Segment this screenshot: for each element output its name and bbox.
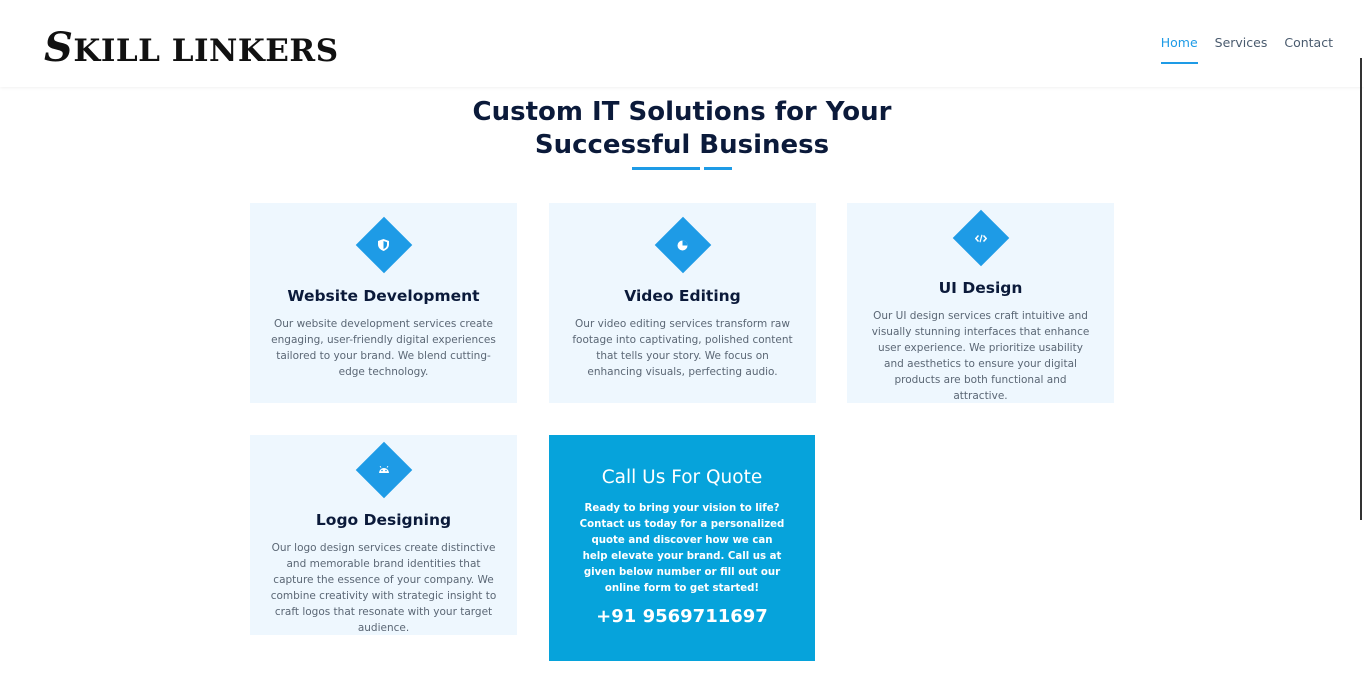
section-title-line1: Custom IT Solutions for Your (472, 97, 892, 127)
quote-text: Ready to bring your vision to life? Cont… (579, 503, 785, 594)
service-title: Website Development (287, 287, 480, 305)
service-card-website-development: Website Development Our website developm… (250, 203, 517, 403)
android-icon (355, 441, 412, 499)
logo-initial: S (44, 24, 74, 71)
underline-bar-long (632, 167, 700, 170)
logo-text: KILL LINKERS (73, 33, 339, 69)
service-title: Video Editing (624, 287, 741, 305)
service-description: Our website development services create … (271, 318, 496, 378)
quote-phone-number[interactable]: +91 9569711697 (549, 606, 815, 627)
service-card-logo-designing: Logo Designing Our logo design services … (250, 435, 517, 635)
service-card-ui-design: UI Design Our UI design services craft i… (847, 203, 1114, 403)
site-logo[interactable]: SKILL LINKERS (44, 24, 339, 71)
section-title-line2: Successful Business (534, 130, 830, 160)
chart-pie-icon (654, 216, 711, 274)
service-card-video-editing: Video Editing Our video editing services… (549, 203, 816, 403)
service-description: Our UI design services craft intuitive a… (871, 310, 1090, 402)
service-title: Logo Designing (315, 511, 452, 529)
nav-contact-link[interactable]: Contact (1284, 35, 1333, 64)
title-underline (632, 167, 732, 170)
service-title: UI Design (938, 279, 1023, 297)
site-header: SKILL LINKERS Home Services Contact (0, 0, 1364, 87)
service-description: Our video editing services transform raw… (572, 318, 793, 378)
shield-icon (355, 216, 412, 274)
section-title: Custom IT Solutions for Your Successful … (0, 96, 1364, 162)
service-description: Our logo design services create distinct… (270, 542, 497, 634)
nav-services-link[interactable]: Services (1215, 35, 1268, 64)
quote-title: Call Us For Quote (601, 467, 763, 488)
code-icon (952, 209, 1009, 267)
underline-bar-short (704, 167, 732, 170)
nav-home-link[interactable]: Home (1160, 35, 1198, 64)
main-nav: Home Services Contact (1160, 35, 1333, 64)
quote-card: Call Us For Quote Ready to bring your vi… (549, 435, 815, 661)
